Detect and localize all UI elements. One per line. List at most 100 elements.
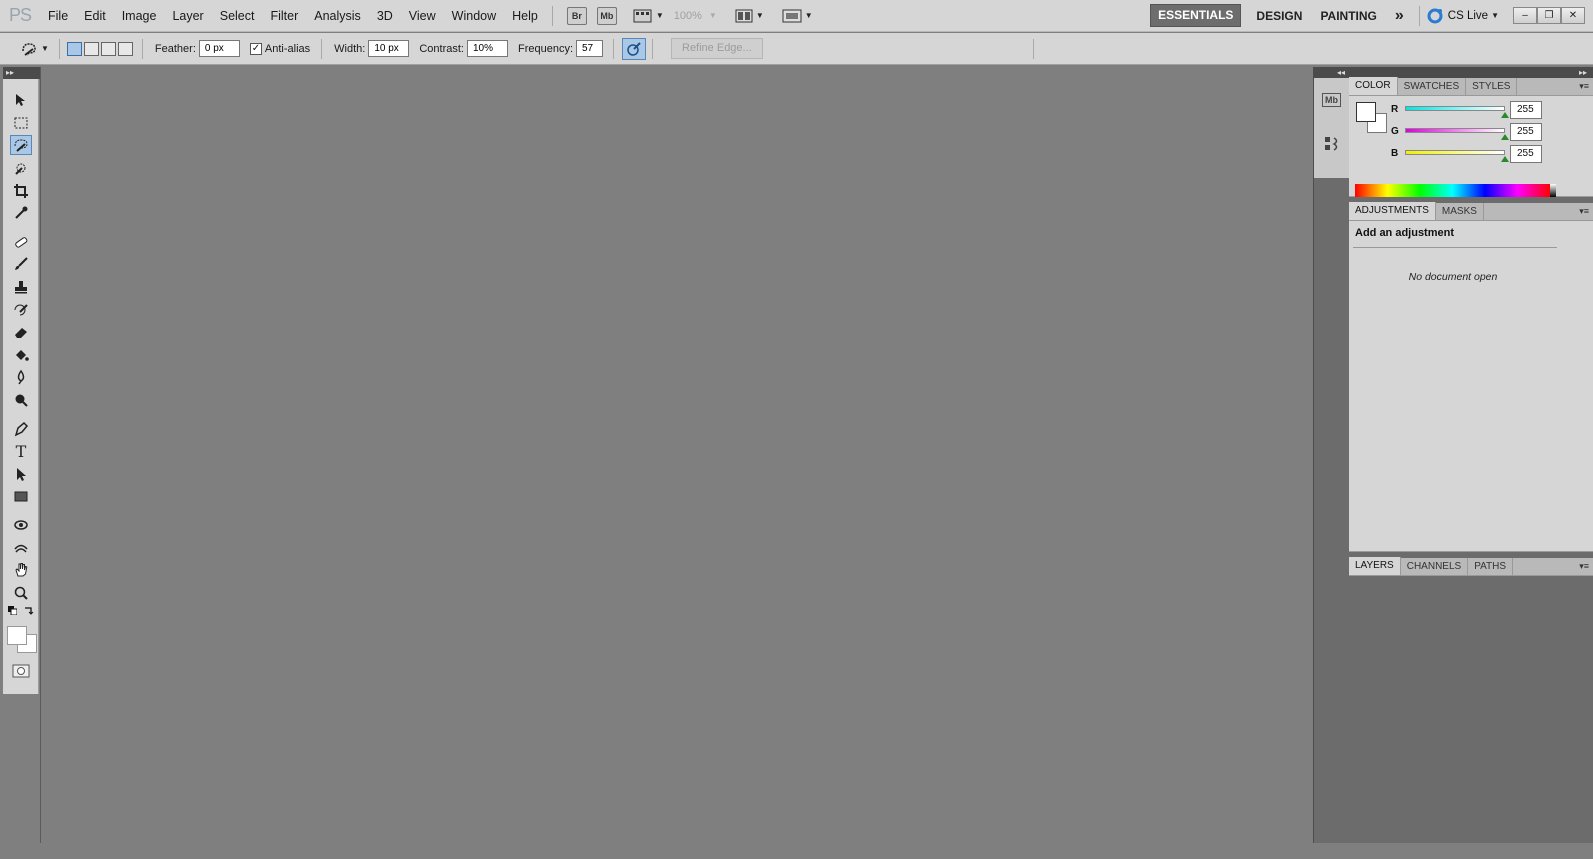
menu-view[interactable]: View — [401, 0, 444, 32]
menu-layer[interactable]: Layer — [164, 0, 211, 32]
black-white-ramp[interactable] — [1550, 184, 1556, 197]
tool-move[interactable] — [3, 89, 39, 112]
width-input[interactable] — [368, 40, 410, 57]
panel-menu-icon[interactable]: ▾≡ — [1579, 561, 1589, 572]
tool-3d-orbit[interactable] — [3, 536, 39, 559]
tool-pen[interactable] — [3, 417, 39, 440]
foreground-color-swatch[interactable] — [1356, 102, 1376, 122]
tablet-pressure-button[interactable] — [622, 37, 646, 60]
tool-dodge[interactable] — [3, 389, 39, 412]
3d-rotate-icon — [11, 516, 31, 534]
tools-list: T — [3, 79, 39, 694]
anti-alias-checkbox[interactable]: ✓ — [249, 42, 262, 55]
workspace-essentials[interactable]: ESSENTIALS — [1150, 4, 1242, 27]
tool-rectangle[interactable] — [3, 485, 39, 508]
green-value-input[interactable]: 255 — [1510, 123, 1542, 141]
menu-filter[interactable]: Filter — [262, 0, 306, 32]
green-channel-slider[interactable] — [1405, 128, 1505, 133]
more-workspaces-icon[interactable]: » — [1386, 7, 1413, 25]
red-channel-slider[interactable] — [1405, 106, 1505, 111]
menu-image[interactable]: Image — [114, 0, 165, 32]
divider — [141, 38, 143, 59]
swap-colors-icon[interactable] — [24, 605, 34, 615]
tool-magic-wand[interactable] — [3, 157, 39, 180]
tab-layers[interactable]: LAYERS — [1349, 557, 1401, 575]
menu-file[interactable]: File — [40, 0, 76, 32]
tool-type[interactable]: T — [3, 440, 39, 463]
cs-live-button[interactable]: CS Live ▼ — [1426, 7, 1499, 25]
red-channel-row: R 255 — [1391, 101, 1591, 121]
hand-icon — [11, 561, 31, 579]
default-colors-icon[interactable] — [8, 606, 17, 616]
blue-channel-slider[interactable] — [1405, 150, 1505, 155]
contrast-input[interactable] — [466, 40, 508, 57]
color-controls — [3, 604, 38, 624]
tool-3d-rotate[interactable] — [3, 514, 39, 537]
panel-menu-icon[interactable]: ▾≡ — [1579, 81, 1589, 92]
feather-input[interactable] — [198, 40, 240, 57]
mini-bridge-button[interactable]: Mb — [596, 6, 617, 25]
tool-paint-bucket[interactable] — [3, 344, 39, 367]
history-panel-button[interactable] — [1314, 122, 1349, 166]
tab-adjustments[interactable]: ADJUSTMENTS — [1349, 202, 1436, 220]
quick-mask-button[interactable] — [3, 660, 39, 683]
tool-path-selection[interactable] — [3, 463, 39, 486]
tool-rectangular-marquee[interactable] — [3, 112, 39, 135]
tool-brush[interactable] — [3, 253, 39, 276]
frequency-input[interactable] — [576, 40, 603, 57]
tab-swatches[interactable]: SWATCHES — [1398, 78, 1467, 95]
minimize-button[interactable]: – — [1513, 7, 1537, 24]
document-area[interactable] — [40, 67, 1313, 843]
tool-hand[interactable] — [3, 559, 39, 582]
menu-3d[interactable]: 3D — [369, 0, 401, 32]
blue-value-input[interactable]: 255 — [1510, 145, 1542, 163]
toolbox-collapse-button[interactable]: ▸▸ — [3, 67, 40, 79]
refine-edge-button[interactable]: Refine Edge... — [671, 38, 763, 59]
tool-spot-healing[interactable] — [3, 231, 39, 254]
tool-crop[interactable] — [3, 179, 39, 202]
workspace-painting[interactable]: PAINTING — [1311, 9, 1385, 23]
screen-mode-button[interactable]: ▼ — [782, 9, 813, 23]
color-spectrum-ramp[interactable] — [1355, 184, 1556, 197]
tool-zoom[interactable] — [3, 581, 39, 604]
tab-masks[interactable]: MASKS — [1436, 203, 1484, 220]
workspace-design[interactable]: DESIGN — [1247, 9, 1311, 23]
tab-color[interactable]: COLOR — [1349, 77, 1398, 95]
mini-bridge-panel-button[interactable]: Mb — [1314, 78, 1349, 122]
tool-blur[interactable] — [3, 366, 39, 389]
panel-menu-icon[interactable]: ▾≡ — [1579, 206, 1589, 217]
bridge-button[interactable]: Br — [566, 6, 587, 25]
tool-quick-selection[interactable] — [3, 134, 39, 157]
tab-channels[interactable]: CHANNELS — [1401, 558, 1469, 575]
tab-styles[interactable]: STYLES — [1466, 78, 1518, 95]
menu-select[interactable]: Select — [212, 0, 263, 32]
tool-clone-stamp[interactable] — [3, 276, 39, 299]
tool-preset-picker[interactable]: ▼ — [20, 41, 49, 57]
add-to-selection-button[interactable] — [83, 41, 99, 56]
tool-history-brush[interactable] — [3, 298, 39, 321]
blue-slider-thumb[interactable] — [1501, 156, 1509, 162]
menu-edit[interactable]: Edit — [76, 0, 114, 32]
subtract-from-selection-button[interactable] — [100, 41, 116, 56]
tools-panel: ▸▸ T — [3, 67, 40, 845]
mini-bridge-icon: Mb — [1322, 93, 1341, 107]
green-slider-thumb[interactable] — [1501, 134, 1509, 140]
menu-help[interactable]: Help — [504, 0, 546, 32]
pen-icon — [11, 420, 31, 438]
menu-analysis[interactable]: Analysis — [306, 0, 369, 32]
restore-button[interactable]: ❐ — [1537, 7, 1561, 24]
red-slider-thumb[interactable] — [1501, 112, 1509, 118]
zoom-level-select[interactable]: 100% ▼ — [664, 10, 717, 22]
tool-eyedropper[interactable] — [3, 202, 39, 225]
tool-eraser[interactable] — [3, 321, 39, 344]
new-selection-button[interactable] — [66, 41, 82, 56]
dock-collapse-button[interactable]: ◂◂ — [1314, 67, 1349, 78]
close-button[interactable]: ✕ — [1561, 7, 1585, 24]
foreground-color-swatch[interactable] — [7, 626, 27, 646]
red-value-input[interactable]: 255 — [1510, 101, 1542, 119]
extras-button[interactable]: ▼ — [633, 8, 664, 24]
arrange-documents-button[interactable]: ▼ — [735, 9, 764, 23]
tab-paths[interactable]: PATHS — [1468, 558, 1514, 575]
intersect-selection-button[interactable] — [117, 41, 133, 56]
menu-window[interactable]: Window — [444, 0, 504, 32]
